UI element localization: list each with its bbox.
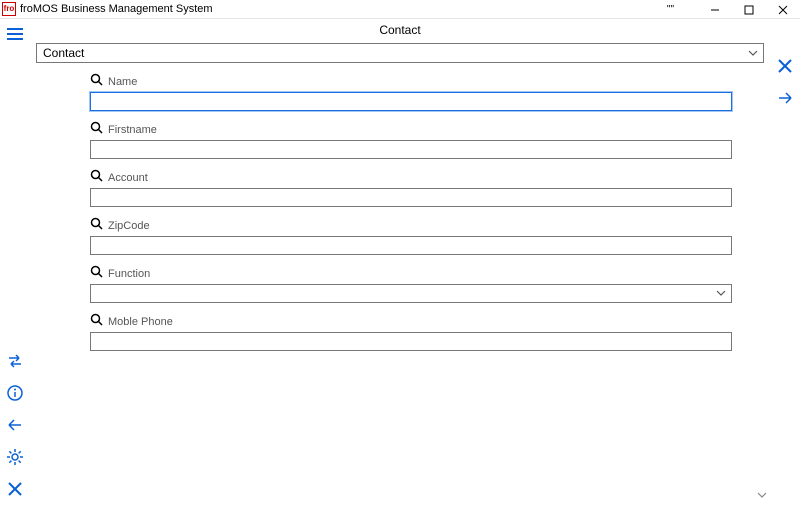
name-input[interactable] <box>90 92 732 111</box>
field-label-zipcode: ZipCode <box>90 217 764 234</box>
back-icon[interactable] <box>6 416 24 434</box>
field-label-account: Account <box>90 169 764 186</box>
field-row-firstname: Firstname <box>90 121 764 159</box>
maximize-button[interactable] <box>732 0 766 19</box>
field-row-name: Name <box>90 73 764 111</box>
zipcode-input[interactable] <box>90 236 732 255</box>
search-icon[interactable] <box>90 169 104 186</box>
search-icon[interactable] <box>90 313 104 330</box>
search-icon[interactable] <box>90 73 104 90</box>
app-body: Contact Contact Name Firstname Account ZipC… <box>0 19 800 506</box>
hamburger-icon[interactable] <box>6 25 24 43</box>
field-row-mobile: Moble Phone <box>90 313 764 351</box>
field-label-name: Name <box>90 73 764 90</box>
swap-icon[interactable] <box>6 352 24 370</box>
search-icon[interactable] <box>90 217 104 234</box>
page-title: Contact <box>30 19 770 41</box>
function-select[interactable] <box>90 284 732 303</box>
field-label-text: Function <box>108 268 150 280</box>
gear-icon[interactable] <box>6 448 24 466</box>
field-row-zipcode: ZipCode <box>90 217 764 255</box>
entity-selector-value: Contact <box>43 46 84 60</box>
mobile-input[interactable] <box>90 332 732 351</box>
app-logo: fro <box>2 2 16 16</box>
chevron-down-icon[interactable] <box>756 489 768 504</box>
window-controls: "" <box>667 0 800 19</box>
minimize-button[interactable] <box>698 0 732 19</box>
field-label-text: Moble Phone <box>108 316 173 328</box>
left-sidebar <box>0 19 30 506</box>
main-panel: Contact Contact Name Firstname Account ZipC… <box>30 19 770 506</box>
field-row-function: Function <box>90 265 764 303</box>
search-icon[interactable] <box>90 121 104 138</box>
close-icon[interactable] <box>6 480 24 498</box>
field-label-text: Firstname <box>108 124 157 136</box>
chevron-down-icon <box>747 47 759 62</box>
firstname-input[interactable] <box>90 140 732 159</box>
close-icon[interactable] <box>776 57 794 75</box>
titlebar: fro froMOS Business Management System "" <box>0 0 800 19</box>
search-form: Name Firstname Account ZipCode Function Moble… <box>30 69 770 367</box>
field-label-firstname: Firstname <box>90 121 764 138</box>
window-indicator: "" <box>667 4 674 15</box>
search-icon[interactable] <box>90 265 104 282</box>
field-label-text: Name <box>108 76 137 88</box>
window-title: froMOS Business Management System <box>20 3 213 15</box>
field-label-mobile: Moble Phone <box>90 313 764 330</box>
window-close-button[interactable] <box>766 0 800 19</box>
account-input[interactable] <box>90 188 732 207</box>
field-label-text: Account <box>108 172 148 184</box>
right-sidebar <box>770 19 800 506</box>
field-row-account: Account <box>90 169 764 207</box>
forward-icon[interactable] <box>776 89 794 107</box>
field-label-text: ZipCode <box>108 220 150 232</box>
field-label-function: Function <box>90 265 764 282</box>
chevron-down-icon <box>715 287 727 302</box>
info-icon[interactable] <box>6 384 24 402</box>
entity-selector[interactable]: Contact <box>36 43 764 63</box>
